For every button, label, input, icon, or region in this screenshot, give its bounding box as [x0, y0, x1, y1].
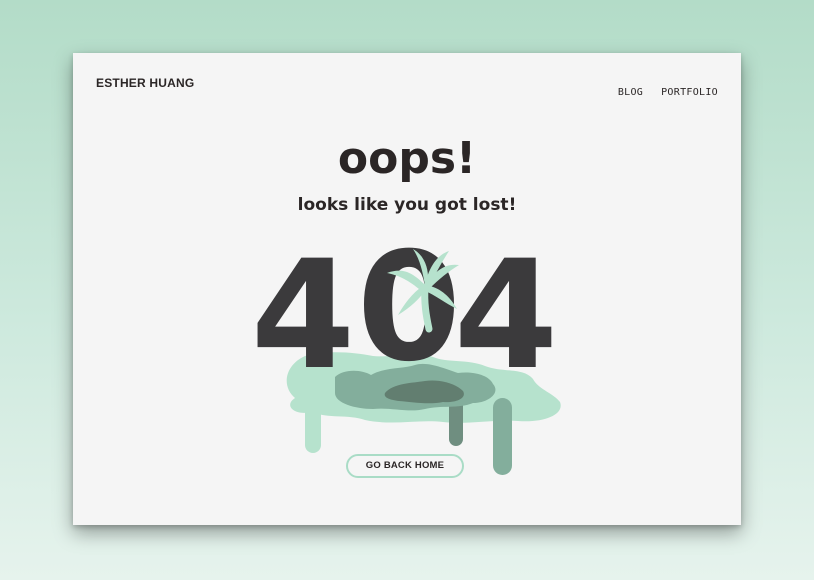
- error-digit-1: 4: [251, 229, 355, 403]
- error-digit-3: 4: [454, 229, 558, 403]
- go-back-home-button[interactable]: GO BACK HOME: [346, 454, 464, 478]
- error-digit-2: 0: [357, 221, 461, 395]
- error-code: 4 0 4: [251, 221, 558, 403]
- page-card: ESTHER HUANG BLOG PORTFOLIO oops! looks …: [73, 53, 741, 525]
